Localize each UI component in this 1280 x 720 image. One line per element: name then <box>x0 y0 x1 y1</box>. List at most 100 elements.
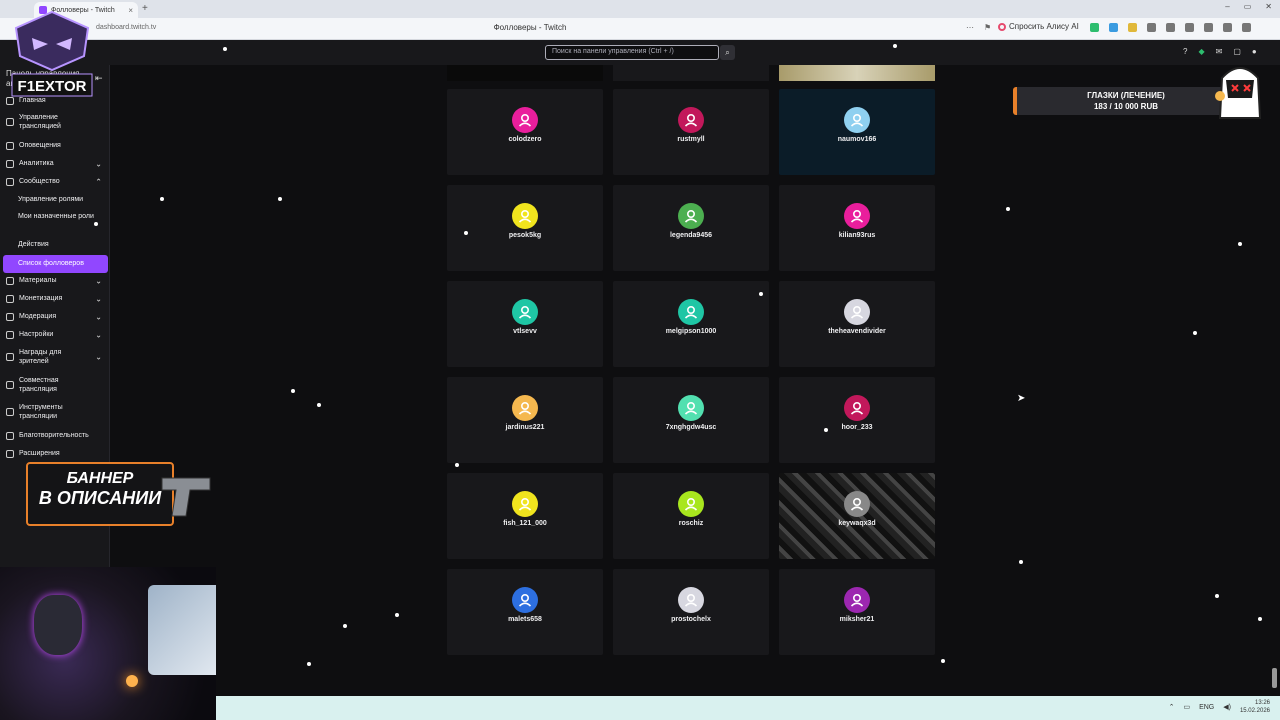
volume-icon[interactable]: ◀) <box>1223 703 1231 711</box>
follower-name[interactable]: 7xnghgdw4usc <box>613 424 769 431</box>
sidebar-subitem-my-roles[interactable]: Мои назначенные роли <box>18 212 98 221</box>
follower-card[interactable]: malets658 <box>447 569 603 655</box>
minimize-icon[interactable]: – <box>1225 2 1229 11</box>
follower-name[interactable]: colodzero <box>447 136 603 143</box>
whispers-icon[interactable]: ▢ <box>1233 47 1241 56</box>
sidebar-item-viewer-rewards[interactable]: Награды для зрителей ⌄ <box>0 348 110 366</box>
follower-name[interactable]: hoor_233 <box>779 424 935 431</box>
avatar[interactable] <box>844 299 870 325</box>
follower-name[interactable]: roschiz <box>613 520 769 527</box>
bits-icon[interactable]: ◆ <box>1198 47 1204 56</box>
follower-card[interactable]: colodzero <box>447 89 603 175</box>
lang-indicator[interactable]: ENG <box>1199 704 1214 711</box>
follower-name[interactable]: rustmyll <box>613 136 769 143</box>
follower-card[interactable]: kilian93rus <box>779 185 935 271</box>
follower-card[interactable]: jardinus221 <box>447 377 603 463</box>
sidebar-item-charity[interactable]: Благотворительность <box>0 431 110 440</box>
follower-name[interactable]: kilian93rus <box>779 232 935 239</box>
follower-name[interactable]: theheavendivider <box>779 328 935 335</box>
follower-name[interactable]: melgipson1000 <box>613 328 769 335</box>
avatar[interactable] <box>678 107 704 133</box>
follower-name[interactable]: miksher21 <box>779 616 935 623</box>
follower-name[interactable]: keywaqx3d <box>779 520 935 527</box>
bookmark-icon[interactable]: ⚑ <box>984 23 991 32</box>
follower-name[interactable]: malets658 <box>447 616 603 623</box>
avatar[interactable] <box>678 395 704 421</box>
avatar[interactable] <box>844 587 870 613</box>
avatar[interactable] <box>844 203 870 229</box>
avatar[interactable] <box>512 203 538 229</box>
follower-card[interactable]: roschiz <box>613 473 769 559</box>
sidebar-item-stream-tools[interactable]: Инструменты трансляции <box>0 403 110 421</box>
tray-chevron-icon[interactable]: ⌃ <box>1169 703 1175 711</box>
sidebar-item-collab-stream[interactable]: Совместная трансляция <box>0 376 110 394</box>
avatar[interactable] <box>678 299 704 325</box>
avatar[interactable]: ● <box>1252 47 1257 56</box>
avatar[interactable] <box>678 587 704 613</box>
clock[interactable]: 13:26 15.02.2026 <box>1240 699 1270 715</box>
sidebar-item-stream-manager[interactable]: Управление трансляцией <box>0 113 110 131</box>
follower-name[interactable]: naumov166 <box>779 136 935 143</box>
inbox-icon[interactable]: ✉ <box>1216 47 1223 56</box>
sidebar-item-monetization[interactable]: Монетизация ⌄ <box>0 294 110 303</box>
close-window-icon[interactable]: ✕ <box>1265 2 1272 11</box>
follower-card[interactable]: vtlsevv <box>447 281 603 367</box>
follower-card[interactable]: hoor_233 <box>779 377 935 463</box>
sidebar-item-settings[interactable]: Настройки ⌄ <box>0 330 110 339</box>
follower-card[interactable]: 7xnghgdw4usc <box>613 377 769 463</box>
follower-card[interactable]: prostochelx <box>613 569 769 655</box>
sidebar-subitem-roles[interactable]: Управление ролями <box>18 195 98 204</box>
follower-card[interactable]: fish_121_000 <box>447 473 603 559</box>
maximize-icon[interactable]: ▭ <box>1244 2 1252 11</box>
follower-name[interactable]: jardinus221 <box>447 424 603 431</box>
sidebar-item-extensions[interactable]: Расширения <box>0 449 110 458</box>
alice-button[interactable]: Спросить Алису AI <box>998 22 1079 31</box>
follower-name[interactable]: vtlsevv <box>447 328 603 335</box>
avatar[interactable] <box>512 491 538 517</box>
extension-icon[interactable] <box>1223 23 1232 32</box>
follower-card[interactable]: naumov166 <box>779 89 935 175</box>
avatar[interactable] <box>512 395 538 421</box>
avatar[interactable] <box>678 491 704 517</box>
follower-name[interactable]: prostochelx <box>613 616 769 623</box>
more-icon[interactable]: ⋯ <box>966 23 974 32</box>
new-tab-icon[interactable]: + <box>142 3 148 14</box>
follower-card[interactable]: legenda9456 <box>613 185 769 271</box>
follower-card[interactable]: rustmyll <box>613 89 769 175</box>
follower-card[interactable]: pesok5kg <box>447 185 603 271</box>
extension-icon[interactable] <box>1090 23 1099 32</box>
extension-icon[interactable] <box>1128 23 1137 32</box>
extension-icon[interactable] <box>1242 23 1251 32</box>
avatar[interactable] <box>678 203 704 229</box>
scrollbar[interactable] <box>1272 668 1277 688</box>
help-icon[interactable]: ? <box>1183 47 1187 56</box>
sidebar-item-moderation[interactable]: Модерация ⌄ <box>0 312 110 321</box>
follower-card[interactable]: theheavendivider <box>779 281 935 367</box>
sidebar-item-content[interactable]: Материалы ⌄ <box>0 276 110 285</box>
avatar[interactable] <box>844 107 870 133</box>
follower-name[interactable]: pesok5kg <box>447 232 603 239</box>
dashboard-search-input[interactable]: Поиск на панели управления (Ctrl + /) <box>545 45 719 60</box>
sidebar-subitem-followers-list[interactable]: Список фолловеров <box>3 255 108 273</box>
avatar[interactable] <box>512 587 538 613</box>
sidebar-item-community[interactable]: Сообщество ⌃ <box>0 177 110 186</box>
follower-name[interactable]: legenda9456 <box>613 232 769 239</box>
sidebar-subitem-actions[interactable]: Действия <box>18 240 98 249</box>
extension-icon[interactable] <box>1185 23 1194 32</box>
close-tab-icon[interactable]: × <box>128 6 133 15</box>
follower-card[interactable]: miksher21 <box>779 569 935 655</box>
sidebar-item-analytics[interactable]: Аналитика ⌄ <box>0 159 110 168</box>
sidebar-item-alerts[interactable]: Оповещения <box>0 141 110 150</box>
extension-icon[interactable] <box>1109 23 1118 32</box>
extension-icon[interactable] <box>1166 23 1175 32</box>
follower-card[interactable]: keywaqx3d <box>779 473 935 559</box>
extension-icon[interactable] <box>1204 23 1213 32</box>
follower-card[interactable]: melgipson1000 <box>613 281 769 367</box>
avatar[interactable] <box>512 299 538 325</box>
avatar[interactable] <box>844 395 870 421</box>
avatar[interactable] <box>844 491 870 517</box>
extension-icon[interactable] <box>1147 23 1156 32</box>
avatar[interactable] <box>512 107 538 133</box>
search-icon[interactable]: ⌕ <box>720 45 735 60</box>
follower-name[interactable]: fish_121_000 <box>447 520 603 527</box>
